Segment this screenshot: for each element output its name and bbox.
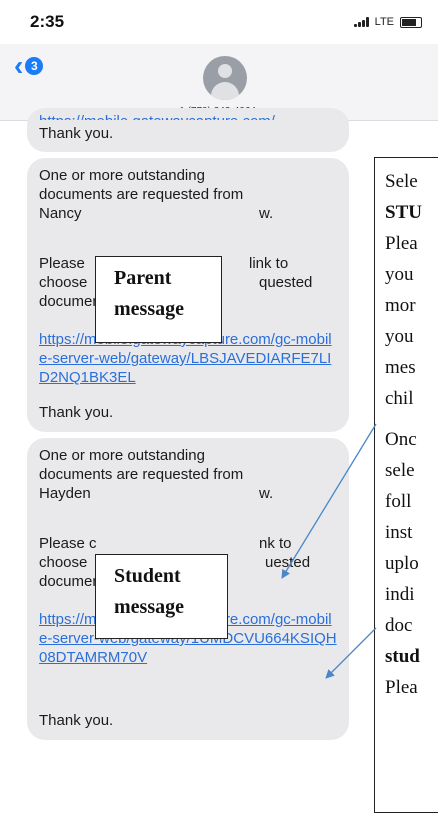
annotation-arrows — [281, 423, 377, 679]
arrow-to-student-lower — [325, 627, 377, 679]
arrow-to-student-upper — [281, 423, 377, 579]
